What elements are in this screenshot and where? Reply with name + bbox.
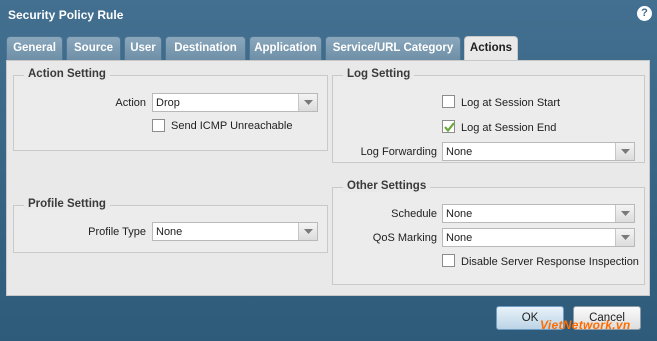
chevron-down-icon xyxy=(615,143,634,160)
profile-type-value: None xyxy=(156,226,183,238)
actions-panel: Action Setting Action Drop Send ICMP Unr… xyxy=(6,60,650,296)
help-icon[interactable]: ? xyxy=(637,6,652,21)
log-session-end-checkbox[interactable] xyxy=(442,120,455,133)
log-forwarding-select[interactable]: None xyxy=(442,142,635,161)
security-policy-rule-dialog: Security Policy Rule ? General Source Us… xyxy=(0,0,657,341)
dialog-title: Security Policy Rule xyxy=(8,8,124,22)
tab-general[interactable]: General xyxy=(6,36,63,60)
action-setting-group: Action Setting Action Drop Send ICMP Unr… xyxy=(13,68,328,151)
chevron-down-icon xyxy=(615,229,634,246)
chevron-down-icon xyxy=(615,205,634,222)
action-label: Action xyxy=(115,97,146,109)
profile-type-select[interactable]: None xyxy=(152,222,318,241)
qos-marking-select[interactable]: None xyxy=(442,228,635,247)
dialog-titlebar: Security Policy Rule ? xyxy=(0,0,657,30)
qos-marking-label: QoS Marking xyxy=(372,232,437,244)
disable-server-response-inspection-checkbox[interactable] xyxy=(442,254,455,267)
log-session-end-label: Log at Session End xyxy=(461,122,557,134)
schedule-label: Schedule xyxy=(391,208,437,220)
log-setting-group: Log Setting Log at Session Start Log at … xyxy=(332,68,645,163)
action-value: Drop xyxy=(156,97,180,109)
log-forwarding-label: Log Forwarding xyxy=(360,146,437,158)
other-settings-group: Other Settings Schedule None QoS Marking… xyxy=(332,180,645,285)
profile-setting-legend: Profile Setting xyxy=(24,198,110,210)
other-settings-legend: Other Settings xyxy=(343,180,431,192)
disable-server-response-inspection-label: Disable Server Response Inspection xyxy=(461,256,639,268)
qos-marking-value: None xyxy=(446,232,473,244)
chevron-down-icon xyxy=(298,94,317,111)
profile-type-label: Profile Type xyxy=(88,226,146,238)
schedule-select[interactable]: None xyxy=(442,204,635,223)
log-forwarding-value: None xyxy=(446,146,473,158)
log-session-start-label: Log at Session Start xyxy=(461,97,561,109)
watermark: VietNetwork.vn xyxy=(540,318,631,332)
tab-source[interactable]: Source xyxy=(66,36,121,60)
tab-actions[interactable]: Actions xyxy=(464,36,518,61)
tab-destination[interactable]: Destination xyxy=(165,36,246,60)
send-icmp-checkbox[interactable] xyxy=(152,119,165,132)
log-session-start-checkbox[interactable] xyxy=(442,95,455,108)
check-icon xyxy=(444,122,455,133)
tab-user[interactable]: User xyxy=(124,36,162,60)
send-icmp-label: Send ICMP Unreachable xyxy=(171,120,293,132)
chevron-down-icon xyxy=(298,223,317,240)
schedule-value: None xyxy=(446,208,473,220)
action-setting-legend: Action Setting xyxy=(24,68,110,80)
tab-application[interactable]: Application xyxy=(249,36,322,60)
tab-service-url-category[interactable]: Service/URL Category xyxy=(325,36,461,60)
log-setting-legend: Log Setting xyxy=(343,68,415,80)
profile-setting-group: Profile Setting Profile Type None xyxy=(13,198,328,253)
action-select[interactable]: Drop xyxy=(152,93,318,112)
